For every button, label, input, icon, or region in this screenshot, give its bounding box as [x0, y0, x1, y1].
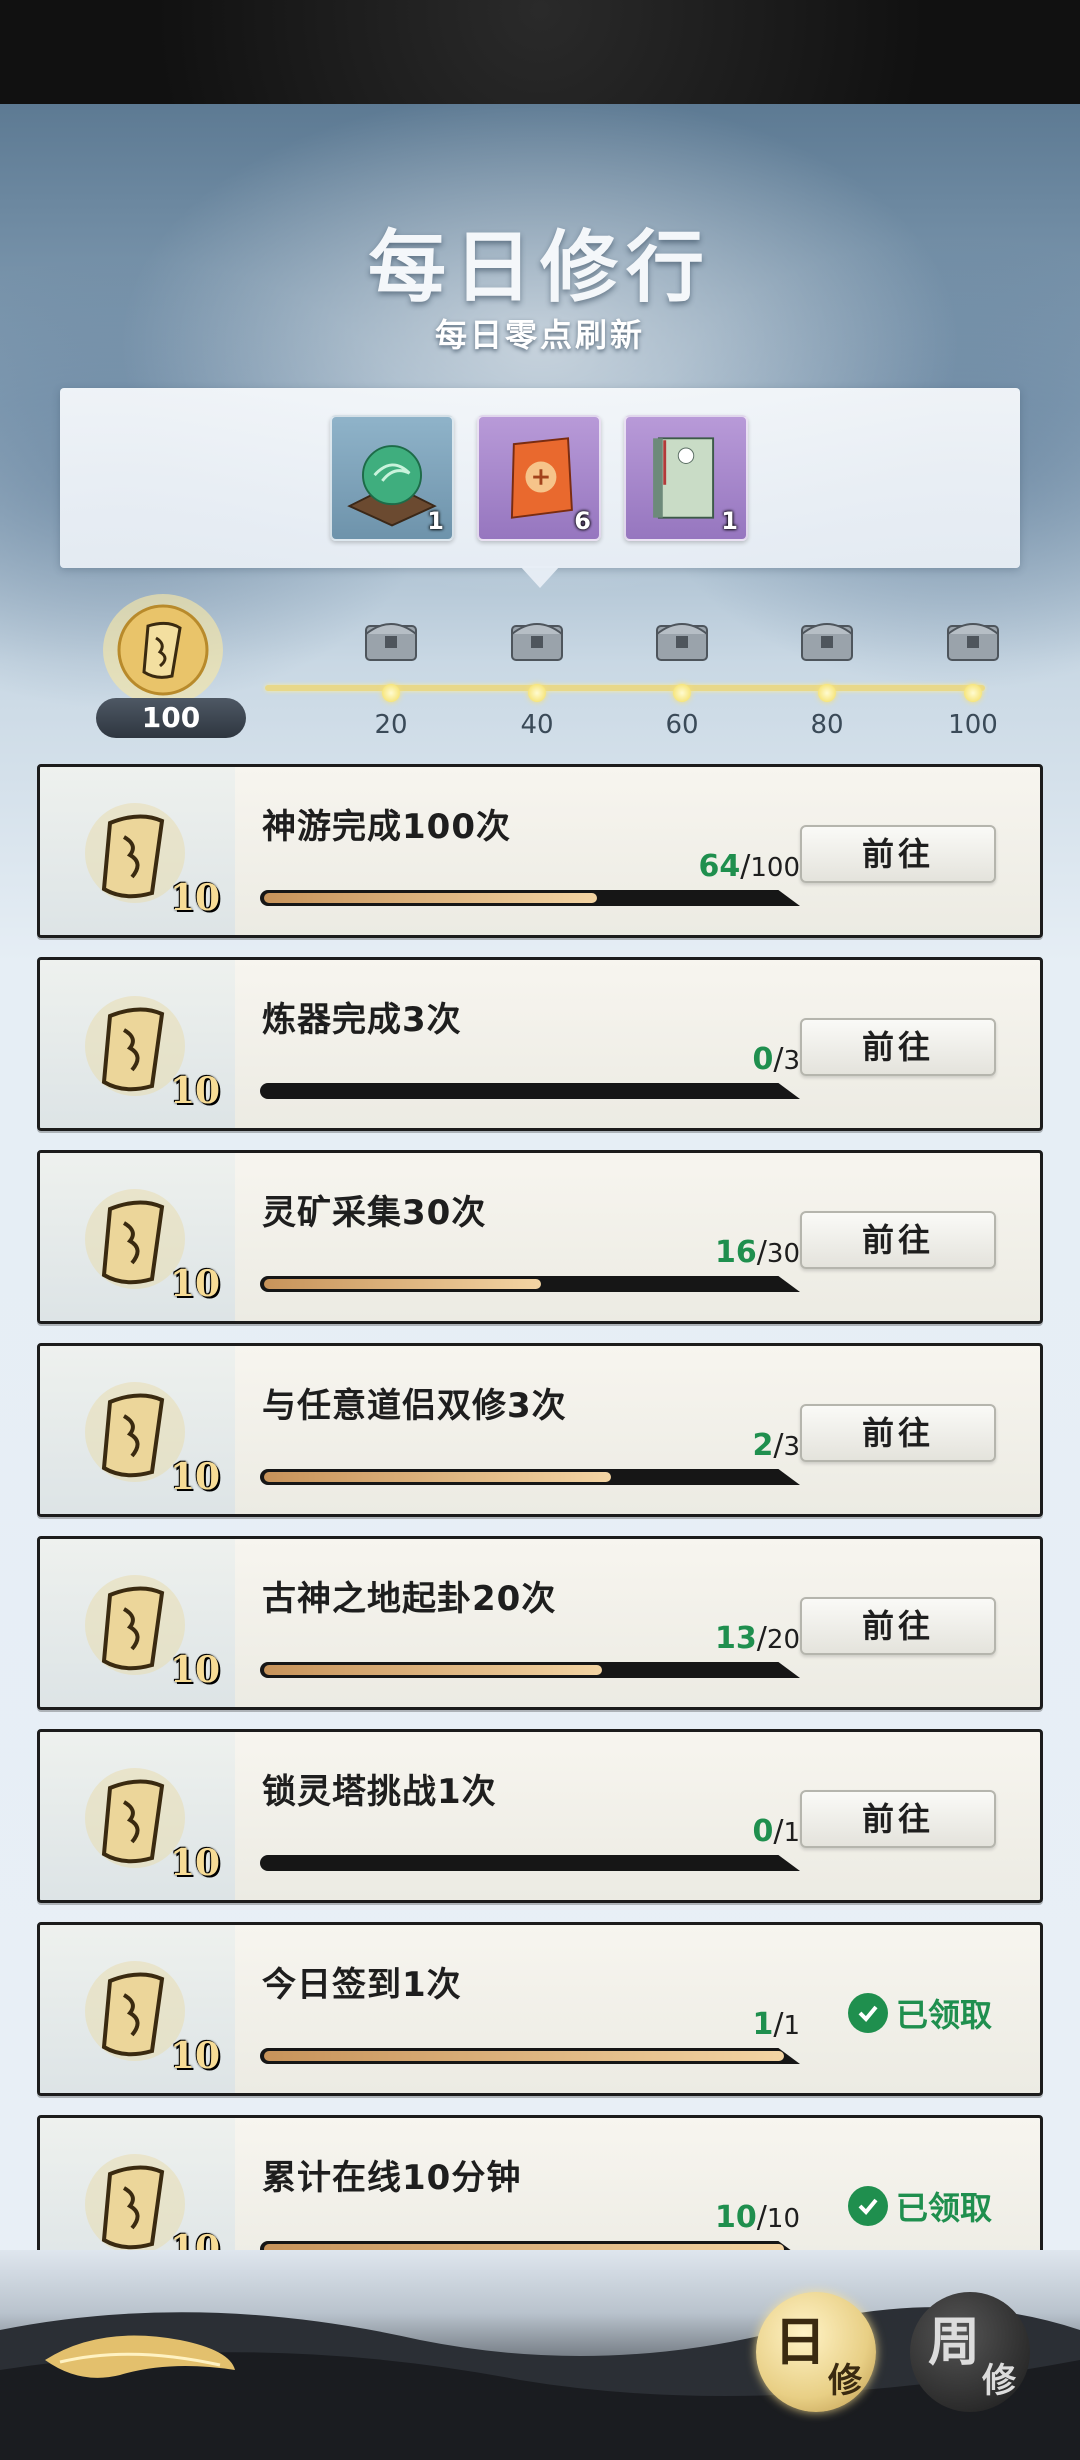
tab-day-big-char: 日: [774, 2312, 827, 2373]
task-progress-bar: [260, 890, 800, 906]
check-icon: [848, 2186, 888, 2226]
go-button[interactable]: 前往: [800, 1790, 996, 1848]
claimed-label: 已领取: [896, 2189, 993, 2227]
claimed-status: 已领取: [848, 2184, 992, 2228]
task-progress-current: 0: [752, 1814, 774, 1849]
task-progress-text: 16/30: [620, 1235, 800, 1270]
task-points: 10: [170, 1842, 221, 1884]
task-name: 锁灵塔挑战1次: [262, 1772, 497, 1812]
task-reward-area: 10: [40, 1732, 235, 1900]
task-progress-total: 1: [783, 1818, 800, 1848]
task-progress-current: 2: [752, 1428, 774, 1463]
task-progress-bar: [260, 1469, 800, 1485]
task-progress-current: 64: [698, 849, 741, 884]
task-name: 与任意道侣双修3次: [262, 1386, 567, 1426]
task-progress-bar: [260, 1083, 800, 1099]
progress-separator: /: [773, 1814, 784, 1849]
task-card: 10 炼器完成3次 0/3 前往: [37, 957, 1043, 1131]
task-card: 10 古神之地起卦20次 13/20 前往: [37, 1536, 1043, 1710]
task-points: 10: [170, 1263, 221, 1305]
task-progress-total: 3: [783, 1432, 800, 1462]
task-reward-area: 10: [40, 1925, 235, 2093]
task-reward-area: 10: [40, 960, 235, 1128]
task-points: 10: [170, 1456, 221, 1498]
task-points: 10: [170, 2228, 221, 2250]
task-progress-fill: [264, 2051, 784, 2061]
go-button[interactable]: 前往: [800, 1018, 996, 1076]
task-progress-fill: [264, 893, 597, 903]
task-progress-bar: [260, 1662, 800, 1678]
task-reward-area: 10: [40, 1539, 235, 1707]
task-points: 10: [170, 877, 221, 919]
task-progress-total: 1: [783, 2011, 800, 2041]
task-progress-current: 1: [752, 2007, 774, 2042]
task-progress-total: 30: [766, 1239, 800, 1269]
tab-weekly-practice[interactable]: 周 修: [910, 2292, 1030, 2412]
task-progress-text: 64/100: [620, 849, 801, 884]
task-card: 10 与任意道侣双修3次 2/3 前往: [37, 1343, 1043, 1517]
task-progress-bar: [260, 2241, 800, 2250]
task-progress-text: 10/10: [620, 2200, 800, 2235]
task-progress-bar: [260, 2048, 800, 2064]
task-progress-text: 13/20: [620, 1621, 800, 1656]
task-progress-current: 0: [752, 1042, 774, 1077]
task-progress-total: 10: [766, 2204, 800, 2234]
claimed-label: 已领取: [896, 1996, 993, 2034]
tab-week-small-char: 修: [982, 2361, 1016, 2401]
tab-daily-practice[interactable]: 日 修: [756, 2292, 876, 2412]
task-list: 10 神游完成100次 64/100 前往 10 炼器完成3次 0/3 前往 10 灵矿采集30次…: [0, 0, 1080, 2250]
task-progress-text: 0/3: [620, 1042, 800, 1077]
progress-separator: /: [773, 2007, 784, 2042]
task-name: 神游完成100次: [262, 807, 511, 847]
task-name: 炼器完成3次: [262, 1000, 462, 1040]
task-reward-area: 10: [40, 2118, 235, 2250]
task-progress-current: 16: [715, 1235, 757, 1270]
check-icon: [848, 1993, 888, 2033]
task-progress-total: 3: [783, 1046, 800, 1076]
golden-feather-icon: [45, 2335, 235, 2378]
task-progress-bar: [260, 1276, 800, 1292]
go-button[interactable]: 前往: [800, 1597, 996, 1655]
task-card: 10 灵矿采集30次 16/30 前往: [37, 1150, 1043, 1324]
task-card: 10 累计在线10分钟 10/10 已领取: [37, 2115, 1043, 2250]
progress-separator: /: [773, 1042, 784, 1077]
task-progress-bar: [260, 1855, 800, 1871]
task-progress-text: 2/3: [620, 1428, 800, 1463]
progress-separator: /: [756, 1235, 767, 1270]
progress-separator: /: [740, 849, 751, 884]
task-progress-text: 0/1: [620, 1814, 800, 1849]
claimed-status: 已领取: [848, 1991, 992, 2035]
go-button[interactable]: 前往: [800, 825, 996, 883]
task-progress-fill: [264, 1279, 541, 1289]
go-button[interactable]: 前往: [800, 1211, 996, 1269]
task-progress-current: 13: [715, 1621, 757, 1656]
task-name: 古神之地起卦20次: [262, 1579, 557, 1619]
task-progress-fill: [264, 1472, 611, 1482]
task-points: 10: [170, 2035, 221, 2077]
task-name: 今日签到1次: [262, 1965, 462, 2005]
task-reward-area: 10: [40, 1153, 235, 1321]
task-name: 累计在线10分钟: [262, 2158, 522, 2198]
task-progress-total: 20: [766, 1625, 800, 1655]
go-button[interactable]: 前往: [800, 1404, 996, 1462]
task-card: 10 神游完成100次 64/100 前往: [37, 764, 1043, 938]
task-reward-area: 10: [40, 767, 235, 935]
task-progress-current: 10: [715, 2200, 757, 2235]
task-card: 10 今日签到1次 1/1 已领取: [37, 1922, 1043, 2096]
tab-day-small-char: 修: [828, 2361, 862, 2401]
task-progress-fill: [264, 1665, 602, 1675]
progress-separator: /: [756, 1621, 767, 1656]
progress-separator: /: [756, 2200, 767, 2235]
task-progress-total: 100: [750, 853, 800, 883]
tab-week-big-char: 周: [928, 2312, 981, 2373]
task-reward-area: 10: [40, 1346, 235, 1514]
task-progress-text: 1/1: [620, 2007, 800, 2042]
task-card: 10 锁灵塔挑战1次 0/1 前往: [37, 1729, 1043, 1903]
task-points: 10: [170, 1649, 221, 1691]
progress-separator: /: [773, 1428, 784, 1463]
task-points: 10: [170, 1070, 221, 1112]
task-name: 灵矿采集30次: [262, 1193, 487, 1233]
